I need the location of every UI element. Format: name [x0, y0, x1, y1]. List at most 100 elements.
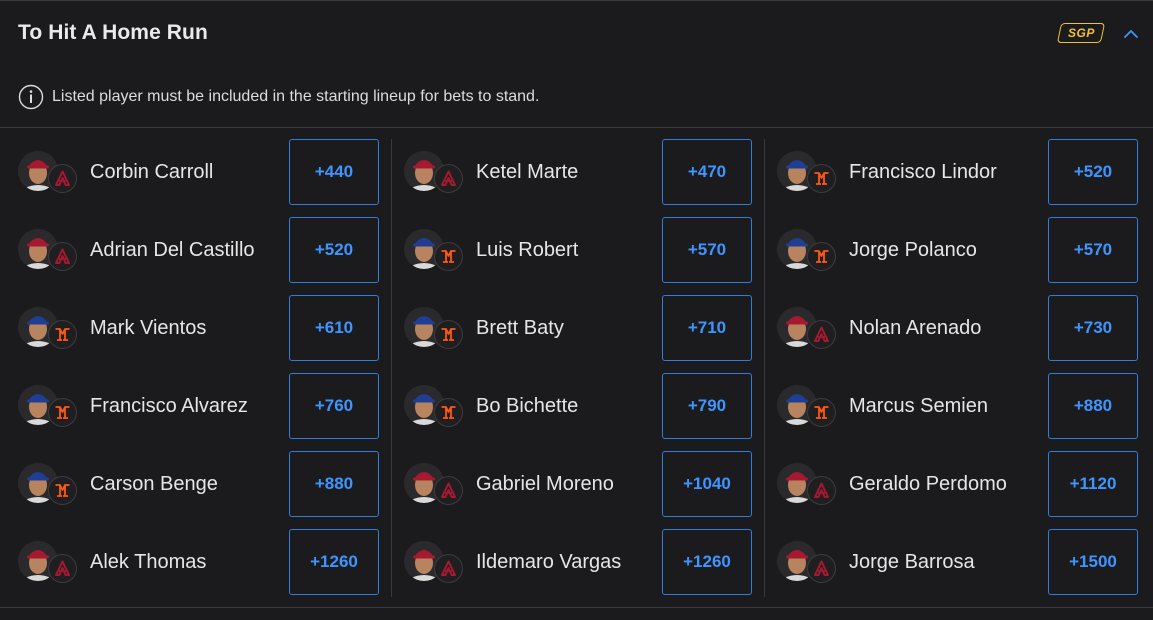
mets-logo-icon: [814, 406, 829, 419]
player-name: Jorge Polanco: [849, 239, 977, 261]
team-logo: [48, 476, 77, 505]
player-avatar: [18, 541, 78, 585]
player-name: Francisco Lindor: [849, 161, 997, 183]
player-avatar: [777, 385, 837, 429]
player-row: Gabriel Moreno +1040: [404, 451, 752, 517]
dbacks-logo-icon: [441, 170, 456, 186]
chevron-up-icon[interactable]: [1122, 27, 1140, 41]
player-avatar: [777, 463, 837, 507]
odds-button[interactable]: +880: [289, 451, 379, 517]
odds-button[interactable]: +1260: [662, 529, 752, 595]
player-name: Francisco Alvarez: [90, 395, 248, 417]
odds-button[interactable]: +470: [662, 139, 752, 205]
team-logo: [48, 320, 77, 349]
team-logo: [807, 398, 836, 427]
player-avatar: [777, 541, 837, 585]
odds-button[interactable]: +440: [289, 139, 379, 205]
market-title: To Hit A Home Run: [18, 21, 208, 44]
player-row: Bo Bichette +790: [404, 373, 752, 439]
team-logo: [48, 164, 77, 193]
player-avatar: [777, 229, 837, 273]
dbacks-logo-icon: [814, 482, 829, 498]
player-avatar: [404, 151, 464, 195]
player-row: Nolan Arenado +730: [777, 295, 1138, 361]
odds-button[interactable]: +570: [662, 217, 752, 283]
player-row: Corbin Carroll +440: [18, 139, 379, 205]
player-row: Luis Robert +570: [404, 217, 752, 283]
odds-button[interactable]: +520: [289, 217, 379, 283]
market-header[interactable]: To Hit A Home Run SGP: [0, 1, 1153, 71]
player-name: Nolan Arenado: [849, 317, 982, 339]
mets-logo-icon: [55, 328, 70, 341]
odds-button[interactable]: +710: [662, 295, 752, 361]
player-avatar: [18, 307, 78, 351]
team-logo: [434, 398, 463, 427]
odds-button[interactable]: +1040: [662, 451, 752, 517]
player-row: Carson Benge +880: [18, 451, 379, 517]
odds-button[interactable]: +570: [1048, 217, 1138, 283]
player-avatar: [777, 307, 837, 351]
team-logo: [434, 476, 463, 505]
team-logo: [807, 554, 836, 583]
team-logo: [807, 320, 836, 349]
notice-text: Listed player must be included in the st…: [52, 88, 540, 105]
player-avatar: [777, 151, 837, 195]
divider: [0, 607, 1153, 608]
odds-button[interactable]: +1500: [1048, 529, 1138, 595]
player-name: Geraldo Perdomo: [849, 473, 1007, 495]
dbacks-logo-icon: [55, 560, 70, 576]
odds-button[interactable]: +520: [1048, 139, 1138, 205]
odds-button[interactable]: +1120: [1048, 451, 1138, 517]
dbacks-logo-icon: [55, 170, 70, 186]
team-logo: [48, 242, 77, 271]
column-divider: [764, 139, 765, 597]
player-name: Ketel Marte: [476, 161, 579, 183]
dbacks-logo-icon: [55, 248, 70, 264]
info-icon: [18, 84, 44, 110]
player-row: Mark Vientos +610: [18, 295, 379, 361]
player-row: Jorge Barrosa +1500: [777, 529, 1138, 595]
odds-button[interactable]: +1260: [289, 529, 379, 595]
player-name: Jorge Barrosa: [849, 551, 975, 573]
player-row: Francisco Alvarez +760: [18, 373, 379, 439]
player-row: Ildemaro Vargas +1260: [404, 529, 752, 595]
mets-logo-icon: [55, 484, 70, 497]
player-row: Brett Baty +710: [404, 295, 752, 361]
team-logo: [807, 164, 836, 193]
odds-button[interactable]: +760: [289, 373, 379, 439]
odds-button[interactable]: +610: [289, 295, 379, 361]
player-avatar: [404, 385, 464, 429]
mets-logo-icon: [814, 250, 829, 263]
mets-logo-icon: [441, 406, 456, 419]
team-logo: [48, 398, 77, 427]
mets-logo-icon: [441, 250, 456, 263]
player-name: Ildemaro Vargas: [476, 551, 622, 573]
team-logo: [434, 554, 463, 583]
player-avatar: [404, 541, 464, 585]
player-row: Adrian Del Castillo +520: [18, 217, 379, 283]
team-logo: [434, 164, 463, 193]
lineup-notice: Listed player must be included in the st…: [18, 83, 539, 111]
divider: [0, 127, 1153, 128]
odds-button[interactable]: +790: [662, 373, 752, 439]
odds-button[interactable]: +730: [1048, 295, 1138, 361]
home-run-market-panel: To Hit A Home Run SGP Listed player must…: [0, 0, 1153, 620]
player-row: Alek Thomas +1260: [18, 529, 379, 595]
odds-button[interactable]: +880: [1048, 373, 1138, 439]
sgp-badge[interactable]: SGP: [1056, 23, 1106, 43]
dbacks-logo-icon: [814, 326, 829, 342]
player-row: Francisco Lindor +520: [777, 139, 1138, 205]
dbacks-logo-icon: [441, 482, 456, 498]
sgp-label: SGP: [1067, 26, 1095, 40]
player-avatar: [18, 151, 78, 195]
player-name: Luis Robert: [476, 239, 579, 261]
player-row: Geraldo Perdomo +1120: [777, 451, 1138, 517]
player-avatar: [18, 385, 78, 429]
player-name: Brett Baty: [476, 317, 564, 339]
player-name: Gabriel Moreno: [476, 473, 614, 495]
mets-logo-icon: [814, 172, 829, 185]
player-avatar: [404, 463, 464, 507]
player-avatar: [404, 307, 464, 351]
team-logo: [807, 242, 836, 271]
player-avatar: [404, 229, 464, 273]
